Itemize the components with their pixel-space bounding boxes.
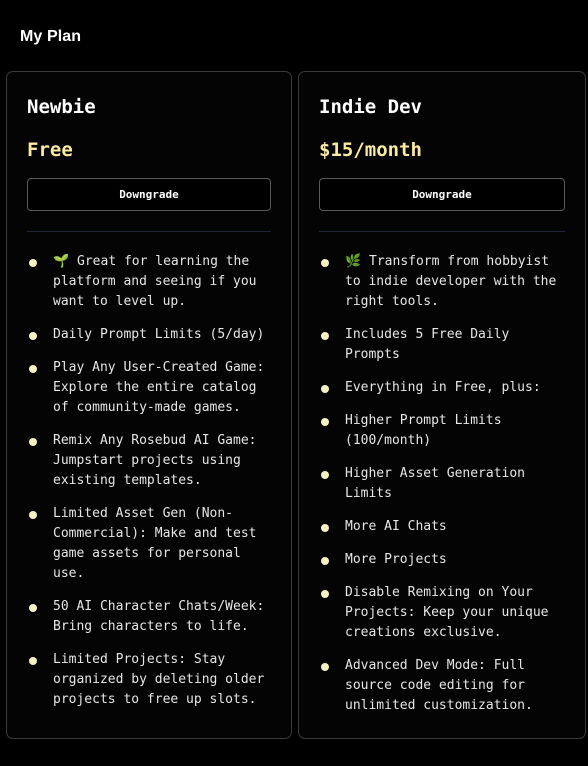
bullet-dot-icon [321, 557, 329, 565]
feature-item: Everything in Free, plus: [319, 378, 565, 398]
bullet-dot-icon [29, 259, 37, 267]
downgrade-button[interactable]: Downgrade [27, 178, 271, 211]
feature-item: More AI Chats [319, 517, 565, 537]
bullet-dot-icon [29, 438, 37, 446]
bullet-dot-icon [321, 418, 329, 426]
bullet-dot-icon [29, 657, 37, 665]
feature-item: 🌿 Transform from hobbyist to indie devel… [319, 252, 565, 312]
feature-text: Daily Prompt Limits (5/day) [53, 327, 265, 342]
feature-item: Includes 5 Free Daily Prompts [319, 325, 565, 365]
bullet-dot-icon [321, 259, 329, 267]
feature-item: Higher Prompt Limits (100/month) [319, 411, 565, 451]
feature-item: Higher Asset Generation Limits [319, 464, 565, 504]
bullet-dot-icon [29, 365, 37, 373]
feature-text: Higher Prompt Limits (100/month) [345, 413, 502, 448]
bullet-dot-icon [321, 524, 329, 532]
bullet-dot-icon [321, 590, 329, 598]
bullet-dot-icon [321, 332, 329, 340]
plan-name: Newbie [27, 96, 96, 118]
feature-item: Disable Remixing on Your Projects: Keep … [319, 583, 565, 643]
feature-text: More Projects [345, 552, 447, 567]
plan-card-newbie: Newbie Free Downgrade 🌱 Great for learni… [6, 71, 292, 739]
feature-item: Limited Projects: Stay organized by dele… [27, 650, 271, 710]
feature-text: Includes 5 Free Daily Prompts [345, 327, 510, 362]
feature-text: Limited Projects: Stay organized by dele… [53, 652, 265, 707]
plan-price: $15/month [319, 139, 422, 161]
feature-text: Play Any User-Created Game: Explore the … [53, 360, 265, 415]
feature-text: Limited Asset Gen (Non-Commercial): Make… [53, 506, 257, 581]
bullet-dot-icon [321, 471, 329, 479]
divider [319, 231, 565, 232]
plan-name: Indie Dev [319, 96, 422, 118]
feature-text: Remix Any Rosebud AI Game: Jumpstart pro… [53, 433, 257, 488]
feature-list: 🌱 Great for learning the platform and se… [27, 252, 271, 723]
bullet-dot-icon [29, 604, 37, 612]
feature-text: Advanced Dev Mode: Full source code edit… [345, 658, 533, 713]
feature-item: 🌱 Great for learning the platform and se… [27, 252, 271, 312]
feature-item: Advanced Dev Mode: Full source code edit… [319, 656, 565, 716]
plan-card-indie-dev: Indie Dev $15/month Downgrade 🌿 Transfor… [298, 71, 586, 739]
bullet-dot-icon [29, 511, 37, 519]
bullet-dot-icon [321, 663, 329, 671]
plan-price: Free [27, 139, 73, 161]
page-title: My Plan [20, 28, 82, 45]
feature-text: Higher Asset Generation Limits [345, 466, 526, 501]
feature-text: Disable Remixing on Your Projects: Keep … [345, 585, 549, 640]
feature-text: More AI Chats [345, 519, 447, 534]
downgrade-button[interactable]: Downgrade [319, 178, 565, 211]
divider [27, 231, 271, 232]
feature-item: Limited Asset Gen (Non-Commercial): Make… [27, 504, 271, 584]
bullet-dot-icon [29, 332, 37, 340]
feature-text: 🌿 Transform from hobbyist to indie devel… [345, 254, 557, 309]
feature-item: Remix Any Rosebud AI Game: Jumpstart pro… [27, 431, 271, 491]
feature-item: More Projects [319, 550, 565, 570]
bullet-dot-icon [321, 385, 329, 393]
feature-item: Daily Prompt Limits (5/day) [27, 325, 271, 345]
feature-text: Everything in Free, plus: [345, 380, 541, 395]
feature-text: 🌱 Great for learning the platform and se… [53, 254, 257, 309]
feature-item: Play Any User-Created Game: Explore the … [27, 358, 271, 418]
feature-item: 50 AI Character Chats/Week: Bring charac… [27, 597, 271, 637]
feature-list: 🌿 Transform from hobbyist to indie devel… [319, 252, 565, 729]
feature-text: 50 AI Character Chats/Week: Bring charac… [53, 599, 265, 634]
